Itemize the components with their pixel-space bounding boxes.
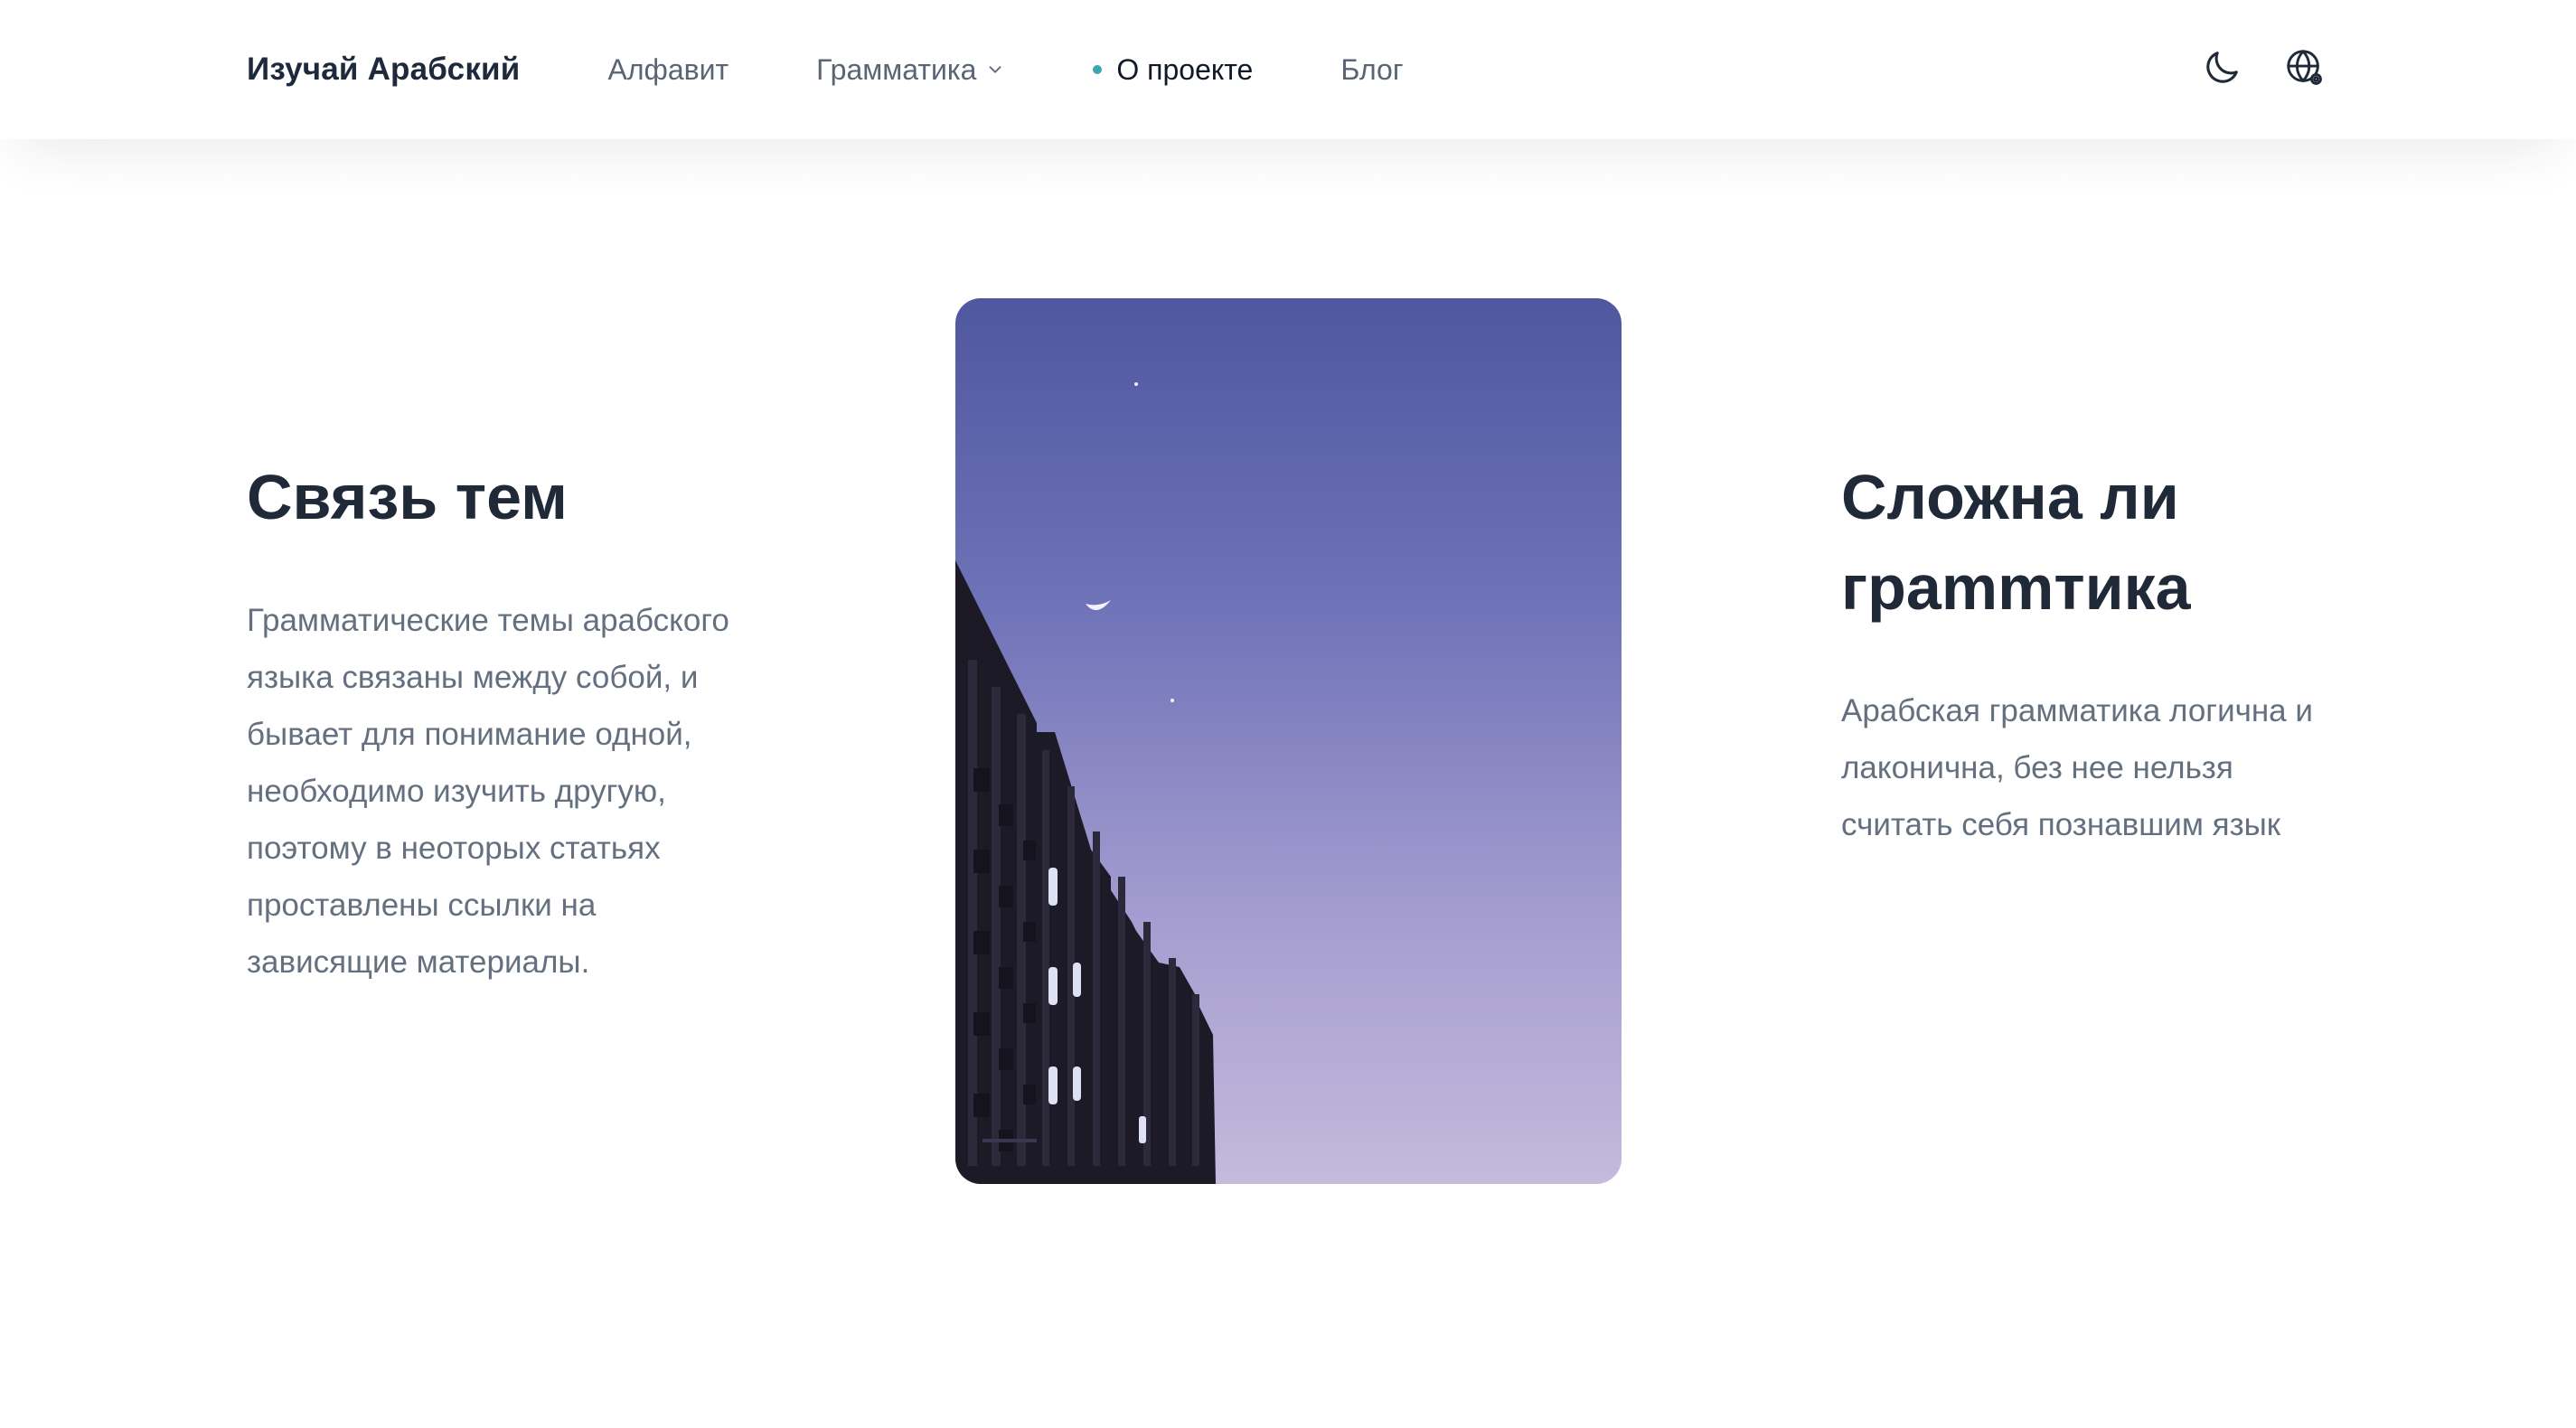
- night-sky-image: [955, 298, 1622, 1184]
- night-building-photo: [955, 298, 1622, 1184]
- nav-blog[interactable]: Блог: [1340, 53, 1403, 87]
- nav-grammar[interactable]: Грамматика: [816, 53, 1005, 87]
- site-header: Изучай Арабский Алфавит Грамматика О про…: [0, 0, 2576, 139]
- grammar-difficulty-text: Арабская грамматика логична и лаконична,…: [1841, 693, 2313, 842]
- topic-connection-section: Связь тем Грамматические темы арабского …: [247, 452, 753, 991]
- main-nav: Алфавит Грамматика О проекте Блог: [607, 53, 1490, 87]
- header-inner: Изучай Арабский Алфавит Грамматика О про…: [247, 0, 2326, 139]
- nav-alphabet[interactable]: Алфавит: [607, 53, 729, 87]
- moon-icon[interactable]: [2201, 47, 2242, 89]
- active-indicator-dot: [1093, 65, 1103, 74]
- grammar-difficulty-title: Сложна ли грammтика: [1841, 462, 2191, 623]
- topic-connection-text: Грамматические темы арабского языка связ…: [247, 603, 729, 980]
- grammar-difficulty-section: Сложна ли грammтика Арабская грамматика …: [1841, 452, 2347, 853]
- nav-about[interactable]: О проекте: [1093, 53, 1253, 87]
- nav-about-label: О проекте: [1116, 52, 1254, 86]
- topic-connection-title: Связь тем: [247, 462, 568, 532]
- globe-icon[interactable]: [2284, 47, 2326, 89]
- brand-logo-link[interactable]: Изучай Арабский: [247, 52, 520, 88]
- header-actions: [2159, 47, 2326, 89]
- chevron-down-icon: [989, 66, 1001, 73]
- nav-grammar-label: Грамматика: [816, 52, 977, 86]
